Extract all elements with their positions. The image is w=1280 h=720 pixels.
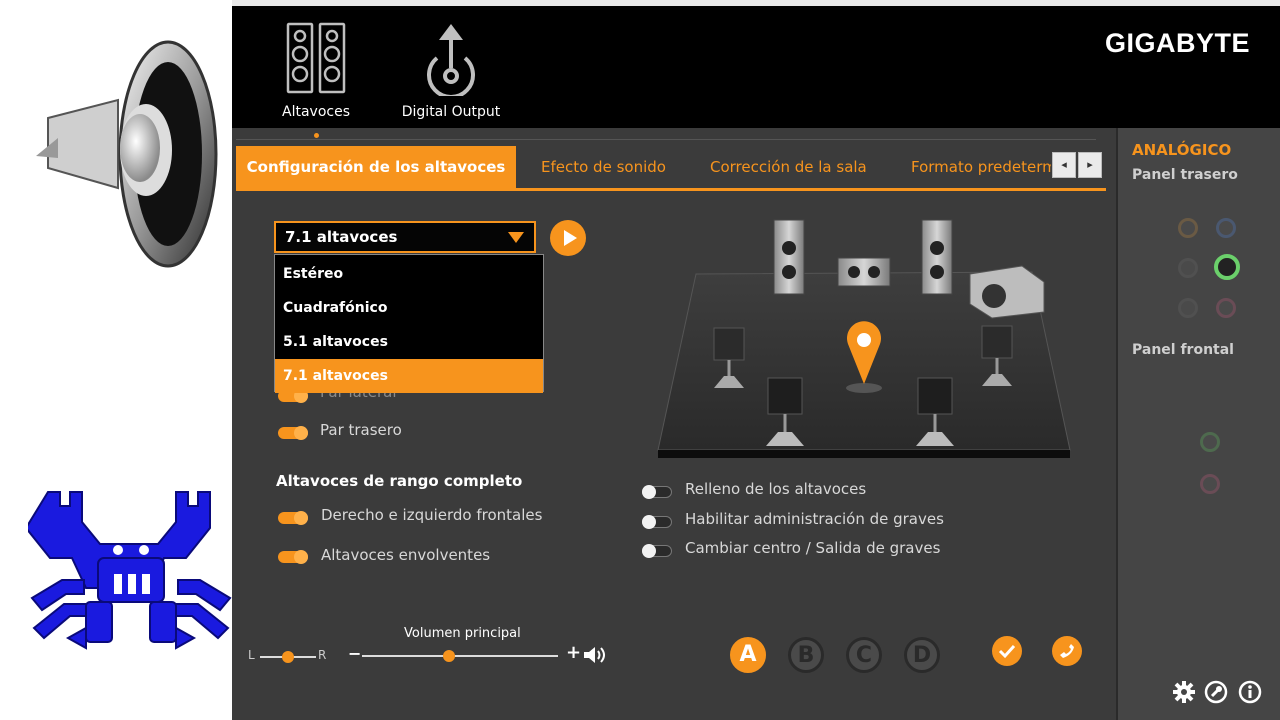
volume-plus-icon[interactable]: + bbox=[566, 642, 581, 663]
option-5-1[interactable]: 5.1 altavoces bbox=[275, 325, 543, 359]
audio-manager-window: Altavoces Digital Output GIGABYTE Config… bbox=[232, 0, 1280, 720]
master-volume-track[interactable] bbox=[362, 655, 558, 657]
bass-management-label: Habilitar administración de graves bbox=[685, 510, 944, 528]
speaker-icon bbox=[36, 40, 218, 268]
left-decoration-panel bbox=[0, 0, 232, 720]
digital-output-icon bbox=[427, 24, 475, 96]
jack-back-pink[interactable] bbox=[1216, 298, 1236, 318]
profile-a-button[interactable]: A bbox=[730, 637, 766, 673]
tab-default-format[interactable]: Formato predeterm bbox=[911, 140, 1051, 186]
jack-back-black[interactable] bbox=[1178, 258, 1198, 278]
checkmark-icon bbox=[998, 644, 1016, 659]
full-range-heading: Altavoces de rango completo bbox=[276, 472, 523, 490]
speaker-fill-label: Relleno de los altavoces bbox=[685, 480, 867, 498]
back-panel-label: Panel trasero bbox=[1132, 167, 1238, 183]
option-quadraphonic[interactable]: Cuadrafónico bbox=[275, 291, 543, 325]
profile-c-button[interactable]: C bbox=[846, 637, 882, 673]
speaker-room-illustration bbox=[657, 219, 1071, 458]
rear-pair-label: Par trasero bbox=[320, 421, 402, 439]
option-7-1[interactable]: 7.1 altavoces bbox=[275, 359, 543, 393]
jack-front-pink[interactable] bbox=[1200, 474, 1220, 494]
master-volume-knob[interactable] bbox=[443, 650, 455, 662]
nav-digital-output[interactable]: Digital Output bbox=[392, 20, 510, 120]
front-left-speaker bbox=[773, 219, 805, 295]
top-navigation-bar: Altavoces Digital Output GIGABYTE bbox=[232, 0, 1280, 128]
balance-slider-knob[interactable] bbox=[282, 651, 294, 663]
jack-back-blue[interactable] bbox=[1216, 218, 1236, 238]
tab-sound-effects[interactable]: Efecto de sonido bbox=[541, 140, 666, 186]
bass-management-toggle[interactable] bbox=[642, 515, 672, 529]
nav-speakers[interactable]: Altavoces bbox=[276, 20, 356, 120]
play-icon bbox=[564, 230, 577, 246]
analog-heading: ANALÓGICO bbox=[1132, 141, 1232, 159]
volume-minus-icon[interactable]: − bbox=[348, 644, 361, 663]
jack-back-gray[interactable] bbox=[1178, 298, 1198, 318]
surround-full-range-toggle[interactable] bbox=[278, 550, 308, 564]
connector-panel: ANALÓGICO Panel trasero Panel frontal bbox=[1116, 128, 1280, 720]
apply-button[interactable] bbox=[992, 636, 1022, 666]
tab-scroll-right-button[interactable]: ▸ bbox=[1078, 152, 1102, 178]
speakers-icon bbox=[286, 22, 346, 94]
realtek-crab-logo bbox=[28, 491, 232, 650]
subwoofer bbox=[969, 265, 1045, 319]
profile-d-button[interactable]: D bbox=[904, 637, 940, 673]
speaker-config-select[interactable]: 7.1 altavoces bbox=[274, 221, 536, 253]
speaker-config-selected-value: 7.1 altavoces bbox=[285, 228, 398, 246]
info-icon[interactable] bbox=[1238, 680, 1262, 704]
nav-speakers-label: Altavoces bbox=[282, 104, 350, 120]
jack-back-orange[interactable] bbox=[1178, 218, 1198, 238]
brand-logo: GIGABYTE bbox=[1104, 28, 1250, 58]
center-speaker bbox=[837, 257, 891, 287]
phone-icon bbox=[1060, 644, 1074, 658]
balance-right-label: R bbox=[318, 648, 327, 662]
swap-center-sub-label: Cambiar centro / Salida de graves bbox=[685, 539, 941, 557]
front-right-speaker bbox=[921, 219, 953, 295]
test-play-button[interactable] bbox=[550, 220, 586, 256]
volume-speaker-icon[interactable] bbox=[582, 645, 608, 665]
balance-left-label: L bbox=[248, 648, 255, 662]
front-panel-label: Panel frontal bbox=[1132, 342, 1234, 358]
nav-active-indicator bbox=[314, 133, 319, 138]
profile-b-button[interactable]: B bbox=[788, 637, 824, 673]
jack-back-green-active[interactable] bbox=[1214, 254, 1240, 280]
front-lr-full-range-label: Derecho e izquierdo frontales bbox=[321, 506, 543, 524]
phone-button[interactable] bbox=[1052, 636, 1082, 666]
surround-full-range-label: Altavoces envolventes bbox=[321, 546, 491, 564]
wrench-icon[interactable] bbox=[1204, 680, 1228, 704]
swap-center-sub-toggle[interactable] bbox=[642, 544, 672, 558]
tab-speaker-configuration[interactable]: Configuración de los altavoces bbox=[236, 146, 516, 188]
front-lr-full-range-toggle[interactable] bbox=[278, 511, 308, 525]
nav-digital-output-label: Digital Output bbox=[401, 104, 501, 120]
tab-bar: Configuración de los altavoces Efecto de… bbox=[236, 140, 1106, 191]
jack-front-green[interactable] bbox=[1200, 432, 1220, 452]
tab-scroll-left-button[interactable]: ◂ bbox=[1052, 152, 1076, 178]
dropdown-arrow-icon bbox=[508, 232, 524, 243]
master-volume-label: Volumen principal bbox=[404, 626, 521, 641]
speaker-fill-toggle[interactable] bbox=[642, 485, 672, 499]
option-stereo[interactable]: Estéreo bbox=[275, 257, 543, 291]
settings-gear-icon[interactable] bbox=[1172, 680, 1196, 704]
speaker-config-options: Estéreo Cuadrafónico 5.1 altavoces 7.1 a… bbox=[274, 254, 544, 393]
tab-room-correction[interactable]: Corrección de la sala bbox=[710, 140, 867, 186]
rear-pair-toggle[interactable] bbox=[278, 426, 308, 440]
window-top-edge bbox=[232, 0, 1280, 6]
